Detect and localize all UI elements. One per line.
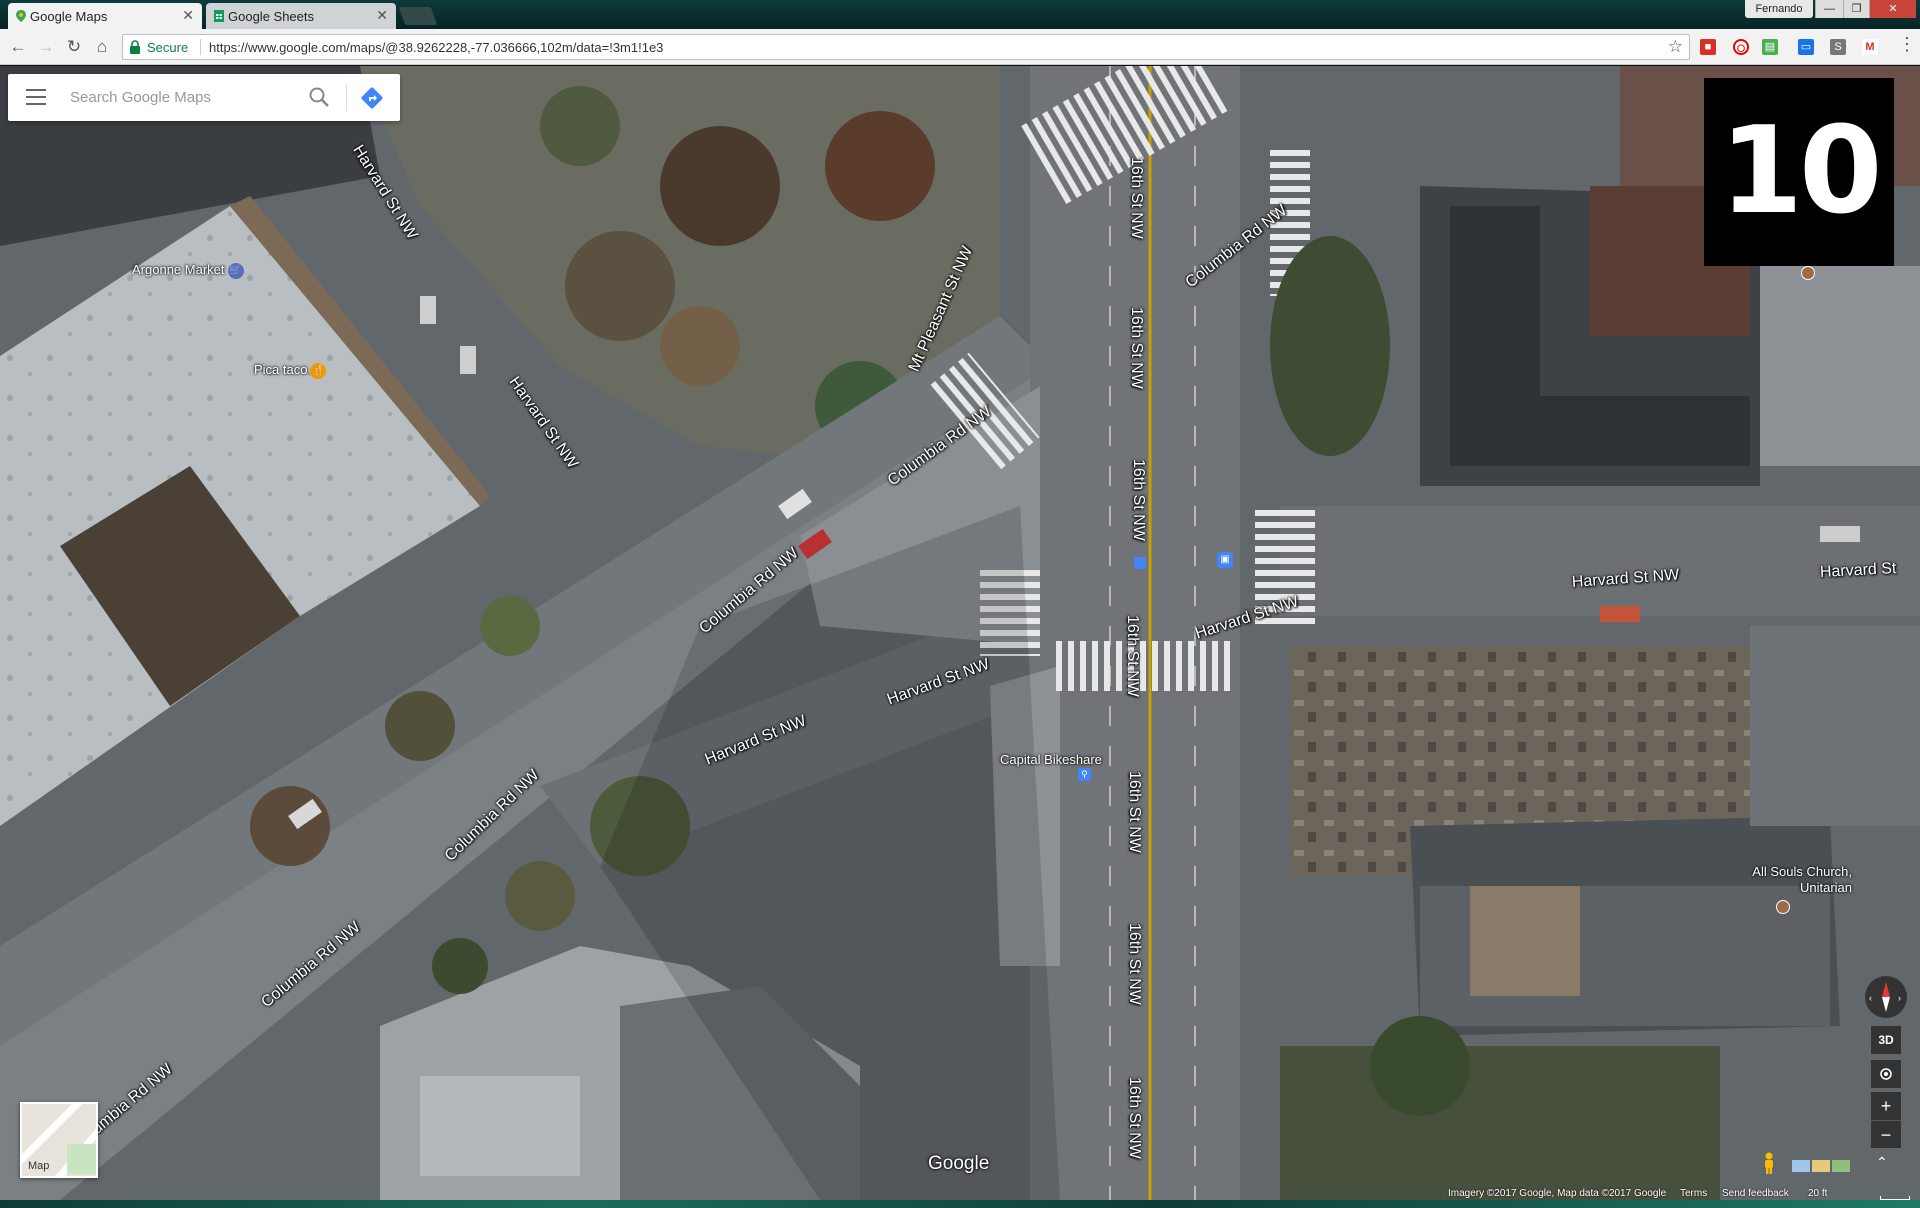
satellite-imagery xyxy=(0,66,1920,1200)
poi-label: All Souls Church, xyxy=(1752,864,1852,879)
extension-red-icon[interactable]: ■ xyxy=(1700,39,1716,55)
my-location-button[interactable] xyxy=(1871,1060,1901,1088)
minimize-button[interactable]: — xyxy=(1815,0,1843,18)
collapse-imagery-icon[interactable]: ⌃ xyxy=(1876,1154,1888,1171)
tab-title: Google Maps xyxy=(30,8,108,24)
svg-text:›: › xyxy=(1898,993,1901,1003)
road-label-16th: 16th St NW xyxy=(1124,615,1141,697)
url-text[interactable]: https://www.google.com/maps/@38.9262228,… xyxy=(209,40,663,55)
home-button[interactable]: ⌂ xyxy=(90,35,114,59)
map-search-box xyxy=(8,74,400,121)
tab-close-icon[interactable]: ✕ xyxy=(376,7,388,24)
compass-button[interactable]: ‹ › xyxy=(1865,976,1907,1018)
back-button[interactable]: ← xyxy=(6,35,30,59)
place-marker-icon xyxy=(1801,266,1815,280)
google-sheets-favicon-icon xyxy=(214,10,224,22)
road-label-16th: 16th St NW xyxy=(1126,923,1143,1005)
new-tab-button[interactable] xyxy=(398,7,438,25)
browser-toolbar: ← → ↻ ⌂ Secure https://www.google.com/ma… xyxy=(0,29,1920,65)
extension-screen-icon[interactable]: ▭ xyxy=(1798,39,1814,55)
counter-overlay: 10 xyxy=(1704,78,1894,266)
poi-argonne-market[interactable]: Argonne Market 🛒 xyxy=(132,262,244,279)
close-window-button[interactable]: ✕ xyxy=(1869,0,1916,18)
transit-stop-icon[interactable]: ▣ xyxy=(1217,552,1233,568)
extension-opera-icon[interactable]: O xyxy=(1733,39,1749,55)
extension-printer-icon[interactable]: ▤ xyxy=(1762,39,1778,55)
compass-icon: ‹ › xyxy=(1869,982,1901,1012)
poi-pica-taco[interactable]: Pica taco 🍴 xyxy=(254,362,327,379)
imagery-thumbnails-icon[interactable] xyxy=(1792,1158,1852,1174)
search-input[interactable] xyxy=(70,84,300,111)
directions-icon[interactable] xyxy=(360,86,384,110)
search-icon[interactable] xyxy=(308,86,330,108)
road-label-16th: 16th St NW xyxy=(1126,771,1143,853)
poi-all-souls-church[interactable]: All Souls Church, Unitarian xyxy=(1696,864,1852,896)
svg-text:‹: ‹ xyxy=(1869,993,1872,1003)
google-logo: Google xyxy=(928,1153,990,1174)
tab-google-maps[interactable]: Google Maps ✕ xyxy=(8,3,202,29)
address-bar[interactable]: Secure https://www.google.com/maps/@38.9… xyxy=(122,34,1690,60)
zoom-in-button[interactable]: + xyxy=(1871,1092,1901,1120)
satellite-map-canvas[interactable]: Harvard St NW Harvard St NW Harvard St N… xyxy=(0,66,1920,1200)
map-type-toggle-button[interactable]: Map xyxy=(20,1102,98,1178)
tab-google-sheets[interactable]: Google Sheets ✕ xyxy=(206,3,396,29)
road-label-16th: 16th St NW xyxy=(1128,307,1145,389)
forward-button[interactable]: → xyxy=(34,35,58,59)
restaurant-icon: 🍴 xyxy=(310,362,327,379)
poi-label: Pica taco xyxy=(254,362,308,377)
zoom-out-button[interactable]: − xyxy=(1871,1120,1901,1148)
my-location-icon xyxy=(1880,1068,1892,1080)
map-type-label: Map xyxy=(28,1160,50,1172)
road-label-16th: 16th St NW xyxy=(1130,459,1147,541)
desktop-background-strip xyxy=(0,1200,1920,1208)
bikeshare-icon[interactable]: ⚲ xyxy=(1078,768,1091,781)
poi-label: Unitarian xyxy=(1799,880,1852,895)
road-label-16th: 16th St NW xyxy=(1126,1077,1143,1159)
lock-icon xyxy=(130,40,140,54)
send-feedback-link[interactable]: Send feedback xyxy=(1722,1188,1789,1199)
imagery-attribution: Imagery ©2017 Google, Map data ©2017 Goo… xyxy=(1448,1188,1667,1199)
reload-button[interactable]: ↻ xyxy=(62,35,86,59)
profile-button[interactable]: Fernando xyxy=(1745,0,1813,18)
poi-label: Argonne Market xyxy=(132,262,225,277)
address-divider xyxy=(200,39,201,55)
browser-tab-bar: Google Maps ✕ Google Sheets ✕ Fernando —… xyxy=(0,0,1920,29)
terms-link[interactable]: Terms xyxy=(1680,1188,1707,1199)
shopping-cart-icon: 🛒 xyxy=(227,262,244,279)
church-icon xyxy=(1776,900,1790,914)
poi-capital-bikeshare[interactable]: Capital Bikeshare xyxy=(1000,752,1102,767)
tab-close-icon[interactable]: ✕ xyxy=(182,7,194,24)
search-divider xyxy=(346,84,347,111)
bike-lane-icon xyxy=(1134,557,1146,569)
scale-label[interactable]: 20 ft xyxy=(1808,1188,1827,1199)
extension-stats-icon[interactable]: S xyxy=(1830,39,1846,55)
tab-title: Google Sheets xyxy=(228,8,315,24)
bookmark-star-icon[interactable]: ☆ xyxy=(1668,37,1683,57)
maximize-button[interactable]: ❐ xyxy=(1843,0,1869,18)
hamburger-menu-icon[interactable] xyxy=(26,89,46,105)
road-label-16th: 16th St NW xyxy=(1128,157,1145,239)
pegman-icon[interactable] xyxy=(1762,1152,1776,1174)
secure-label: Secure xyxy=(147,40,189,55)
gmail-icon[interactable]: M xyxy=(1862,39,1878,55)
google-maps-favicon-icon xyxy=(16,10,26,22)
3d-toggle-button[interactable]: 3D xyxy=(1871,1026,1901,1054)
map-footer: Imagery ©2017 Google, Map data ©2017 Goo… xyxy=(1440,1188,1920,1200)
browser-menu-icon[interactable]: ⋮ xyxy=(1898,34,1916,55)
poi-label: Capital Bikeshare xyxy=(1000,752,1102,767)
